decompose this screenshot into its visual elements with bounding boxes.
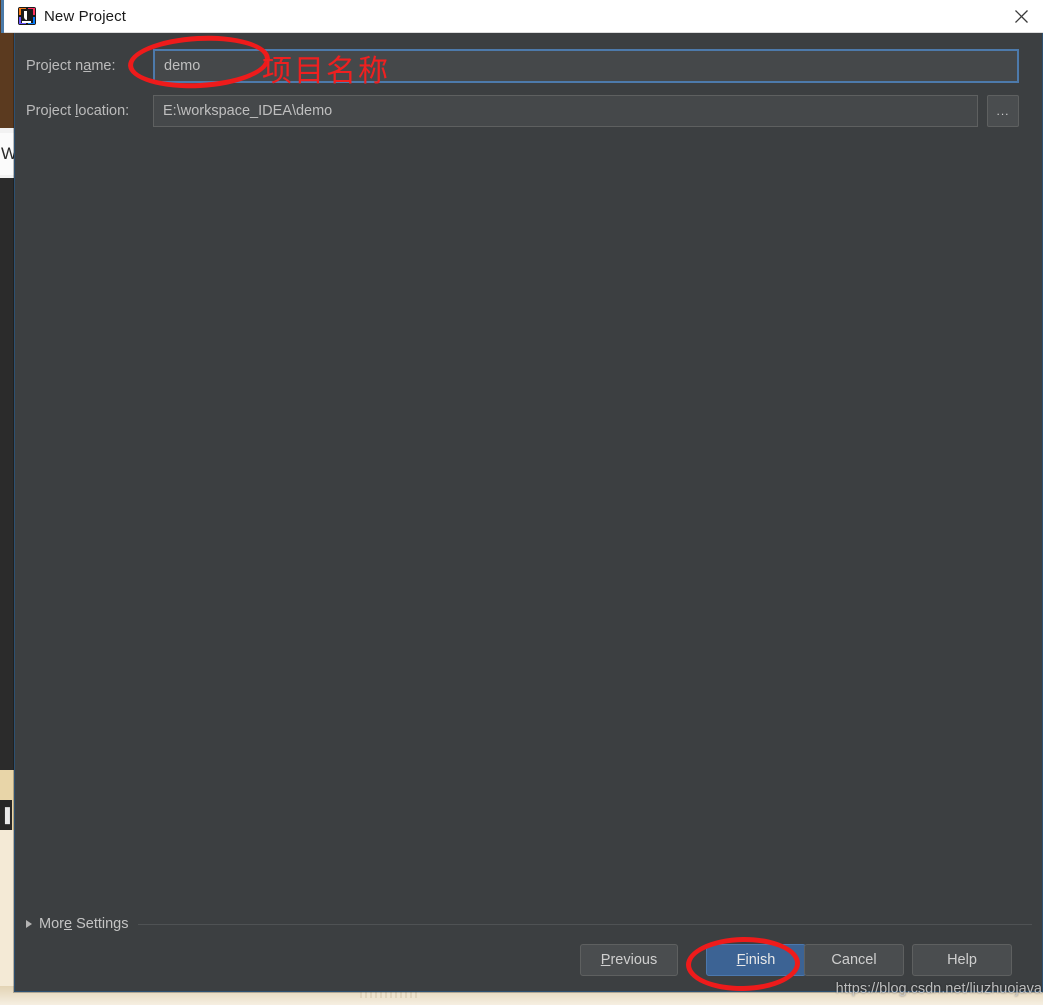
project-name-label: Project name: bbox=[26, 58, 116, 74]
project-location-input[interactable]: E:\workspace_IDEA\demo bbox=[153, 95, 978, 127]
cancel-button[interactable]: Cancel bbox=[804, 944, 904, 976]
previous-button-label: Previous bbox=[600, 952, 658, 968]
background-window-fragment: W bbox=[0, 133, 14, 175]
separator-line bbox=[138, 923, 1032, 925]
finish-button[interactable]: Finish bbox=[706, 944, 806, 976]
new-project-dialog: New Project Project name: demo Project l… bbox=[1, 0, 1043, 992]
project-name-value: demo bbox=[164, 58, 201, 74]
triangle-right-icon bbox=[26, 920, 32, 928]
browse-folder-button[interactable]: ... bbox=[987, 95, 1019, 127]
intellij-idea-logo-icon bbox=[18, 7, 36, 25]
help-button-label: Help bbox=[947, 952, 977, 968]
dialog-title: New Project bbox=[44, 7, 126, 25]
previous-button[interactable]: Previous bbox=[580, 944, 678, 976]
project-name-row: Project name: demo bbox=[15, 49, 1043, 83]
close-icon[interactable] bbox=[998, 0, 1043, 32]
project-location-row: Project location: E:\workspace_IDEA\demo… bbox=[15, 94, 1043, 128]
background-taskbar-fragment: ▐ bbox=[0, 800, 12, 830]
dialog-titlebar: New Project bbox=[1, 0, 1043, 33]
watermark-text: https://blog.csdn.net/liuzhuojava bbox=[835, 981, 1042, 997]
project-name-input[interactable]: demo bbox=[153, 49, 1019, 83]
ellipsis-icon: ... bbox=[996, 104, 1010, 118]
project-location-label: Project location: bbox=[26, 103, 130, 119]
help-button[interactable]: Help bbox=[912, 944, 1012, 976]
cancel-button-label: Cancel bbox=[831, 952, 877, 968]
more-settings-label: More Settings bbox=[39, 916, 129, 932]
finish-button-label: Finish bbox=[736, 952, 776, 968]
project-location-value: E:\workspace_IDEA\demo bbox=[163, 103, 333, 119]
titlebar-accent bbox=[1, 0, 4, 33]
